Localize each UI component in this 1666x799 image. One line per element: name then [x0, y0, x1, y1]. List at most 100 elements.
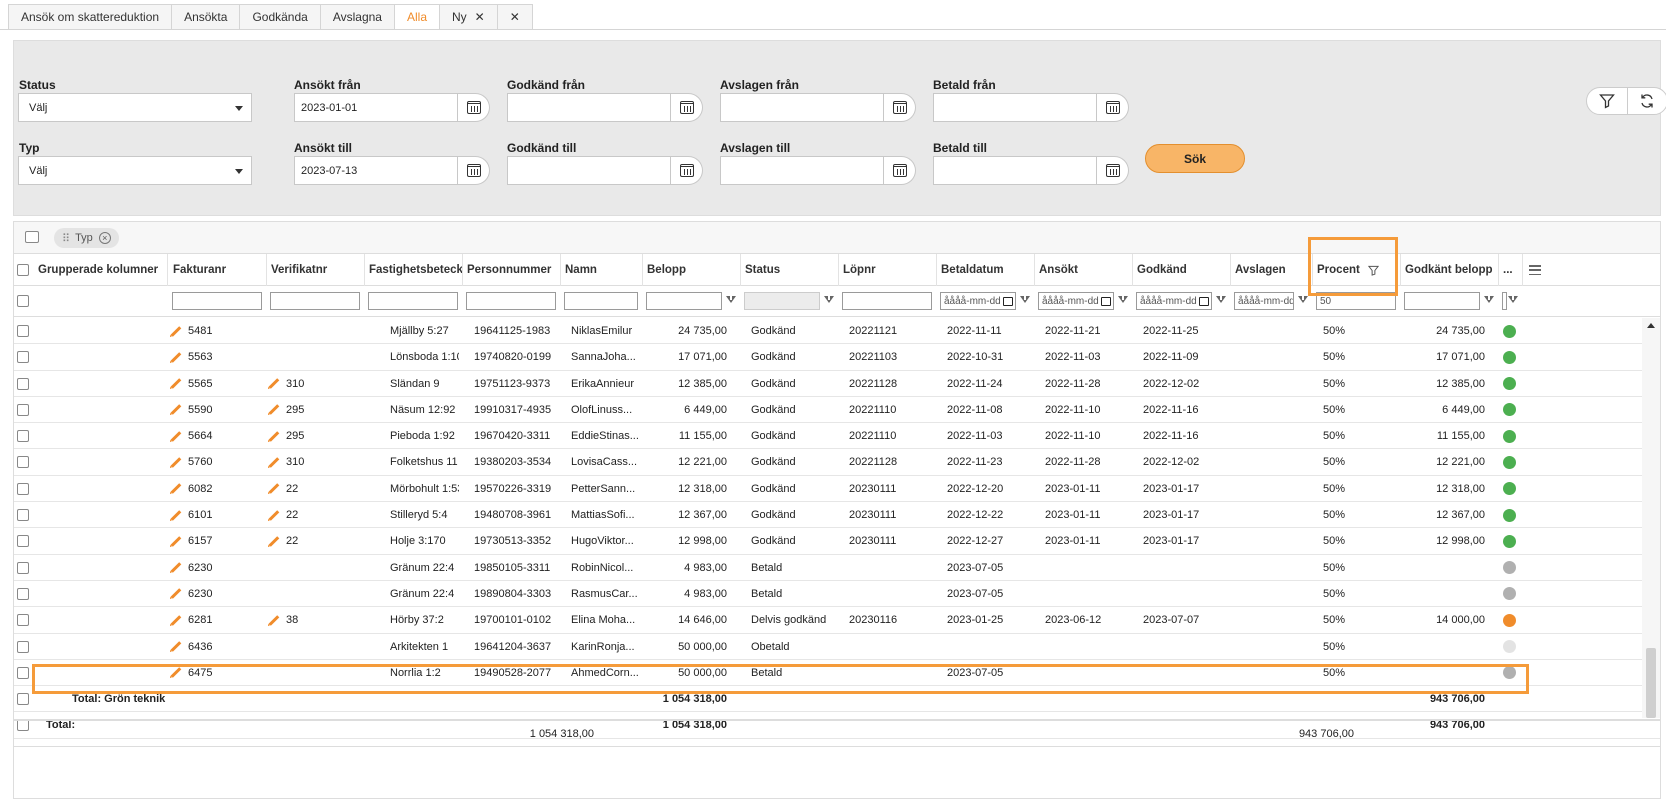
filter-icon[interactable] [1298, 296, 1308, 303]
godkand-filter-input[interactable]: åååå-mm-dd [1136, 292, 1212, 310]
row-checkbox[interactable] [17, 561, 29, 574]
betald-till-input[interactable] [933, 156, 1098, 185]
fakturanr-filter-input[interactable] [172, 292, 262, 310]
godkant_belopp-filter-input[interactable] [1404, 292, 1480, 310]
row-checkbox[interactable] [17, 693, 29, 706]
edit-icon[interactable] [170, 614, 182, 626]
edit-icon[interactable] [170, 378, 182, 389]
row-checkbox[interactable] [17, 403, 29, 416]
row-checkbox[interactable] [17, 377, 29, 390]
row-checkbox[interactable] [17, 325, 29, 337]
scroll-up-icon[interactable] [1647, 323, 1655, 328]
row-checkbox[interactable] [17, 535, 29, 548]
edit-icon[interactable] [170, 325, 182, 337]
filter-icon[interactable] [1118, 296, 1128, 303]
row-checkbox[interactable] [17, 587, 29, 600]
godkand-till-input[interactable] [507, 156, 672, 185]
edit-icon[interactable] [268, 404, 280, 416]
row-checkbox[interactable] [17, 640, 29, 653]
calendar-button[interactable] [884, 93, 916, 122]
row-checkbox[interactable] [17, 351, 29, 364]
calendar-button[interactable] [1097, 93, 1129, 122]
edit-icon[interactable] [170, 351, 182, 363]
filter-icon[interactable] [1587, 88, 1628, 114]
row-checkbox[interactable] [17, 456, 29, 469]
table-row[interactable]: 6082 22 Mörbohult 1:53 19570226-3319 PetterS… [14, 476, 1660, 503]
filter-icon[interactable] [1508, 296, 1518, 303]
table-row[interactable]: 5760 310 Folketshus 11 19380203-3534 LovisaC… [14, 449, 1660, 476]
edit-icon[interactable] [268, 483, 280, 495]
column-header[interactable]: ... [1499, 254, 1523, 286]
table-row[interactable]: 6230 Gränum 22:4 19890804-3303 RasmusCar...… [14, 581, 1660, 608]
edit-icon[interactable] [170, 430, 182, 442]
table-row[interactable]: 6230 Gränum 22:4 19850105-3311 RobinNicol..… [14, 555, 1660, 581]
table-row[interactable]: 6281 38 Hörby 37:2 19700101-0102 Elina Moha.… [14, 607, 1660, 634]
column-header[interactable]: Löpnr [839, 254, 937, 286]
edit-icon[interactable] [268, 614, 280, 626]
active-filter-icon[interactable] [1367, 265, 1379, 276]
namn-filter-input[interactable] [564, 292, 638, 310]
edit-icon[interactable] [268, 536, 280, 547]
lopnr-filter-input[interactable] [842, 292, 932, 310]
column-header[interactable]: Namn [561, 254, 643, 286]
calendar-icon[interactable] [1198, 296, 1209, 306]
tab-3[interactable]: Avslagna [319, 4, 394, 30]
table-row[interactable]: 5563 Lönsboda 1:107 19740820-0199 SannaJoha… [14, 344, 1660, 371]
column-header[interactable]: Godkänd [1133, 254, 1231, 286]
table-row[interactable]: 6475 Norrlia 1:2 19490528-2077 AhmedCorn...… [14, 660, 1660, 687]
edit-icon[interactable] [268, 378, 280, 389]
typ-select[interactable]: Välj [18, 156, 252, 185]
calendar-icon[interactable] [1002, 296, 1013, 306]
tab-0[interactable]: Ansök om skattereduktion [8, 4, 172, 30]
procent-filter-input[interactable]: 50 [1316, 292, 1396, 310]
personnummer-filter-input[interactable] [466, 292, 556, 310]
ansokt-filter-input[interactable]: åååå-mm-dd [1038, 292, 1114, 310]
filter-icon[interactable] [824, 296, 834, 303]
scrollbar-thumb[interactable] [1646, 648, 1656, 718]
column-header[interactable]: Belopp [643, 254, 741, 286]
row-checkbox[interactable] [17, 666, 29, 679]
tab-1[interactable]: Ansökta [171, 4, 240, 30]
edit-icon[interactable] [170, 562, 182, 573]
ansokt-till-input[interactable]: 2023-07-13 [294, 156, 459, 185]
edit-icon[interactable] [170, 509, 182, 521]
avslagen-fran-input[interactable] [720, 93, 885, 122]
filter-icon[interactable] [1484, 296, 1494, 303]
avslagen-till-input[interactable] [720, 156, 885, 185]
column-menu-icon[interactable] [1528, 263, 1542, 277]
column-header[interactable]: Grupperade kolumner [34, 254, 168, 286]
column-header[interactable]: Ansökt [1035, 254, 1133, 286]
edit-icon[interactable] [170, 667, 182, 679]
column-header[interactable]: Personnummer [463, 254, 561, 286]
status_dot-filter-input[interactable] [1502, 292, 1507, 310]
row-checkbox[interactable] [17, 509, 29, 522]
calendar-button[interactable] [671, 156, 703, 185]
filter-row-checkbox[interactable] [17, 295, 29, 307]
calendar-button[interactable] [458, 93, 490, 122]
filter-icon[interactable] [726, 296, 736, 303]
close-icon[interactable]: × [98, 232, 111, 244]
status-select[interactable]: Välj [18, 93, 252, 122]
close-all-tabs-button[interactable]: ✕ [496, 4, 533, 30]
edit-icon[interactable] [170, 483, 182, 495]
calendar-button[interactable] [458, 156, 490, 185]
belopp-filter-input[interactable] [646, 292, 722, 310]
group-panel-icon[interactable] [25, 231, 39, 243]
close-icon[interactable]: ✕ [475, 10, 485, 24]
table-row[interactable]: 5565 310 Sländan 9 19751123-9373 ErikaAnnieu… [14, 371, 1660, 397]
column-header[interactable]: Status [741, 254, 839, 286]
betald-fran-input[interactable] [933, 93, 1098, 122]
table-row[interactable]: 5481 Mjällby 5:27 19641125-1983 NiklasEmilu… [14, 318, 1660, 345]
calendar-button[interactable] [884, 156, 916, 185]
betaldatum-filter-input[interactable]: åååå-mm-dd [940, 292, 1016, 310]
row-checkbox[interactable] [17, 482, 29, 495]
calendar-icon[interactable] [1100, 296, 1111, 306]
column-header[interactable]: Fakturanr [169, 254, 267, 286]
vertical-scrollbar[interactable] [1642, 318, 1660, 718]
edit-icon[interactable] [268, 509, 280, 521]
verifikatnr-filter-input[interactable] [270, 292, 360, 310]
group-chip[interactable]: ⠿ Typ × [54, 228, 119, 248]
calendar-button[interactable] [1097, 156, 1129, 185]
edit-icon[interactable] [170, 641, 182, 652]
edit-icon[interactable] [170, 536, 182, 547]
